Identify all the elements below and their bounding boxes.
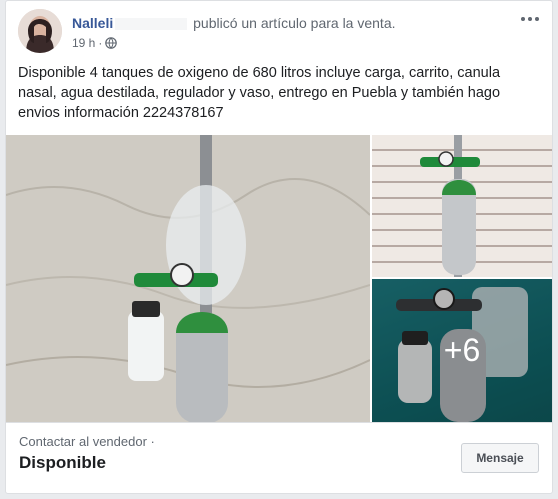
post-body-text: Disponible 4 tanques de oxigeno de 680 l… bbox=[18, 65, 501, 121]
post-meta: 19 h · bbox=[72, 36, 118, 50]
more-photos-overlay[interactable]: +6 bbox=[372, 279, 552, 422]
redacted-name-block bbox=[115, 18, 188, 31]
post-timestamp[interactable]: 19 h bbox=[72, 36, 95, 50]
post-action-text: publicó un artículo para la venta. bbox=[193, 15, 396, 31]
availability-status: Disponible bbox=[19, 453, 106, 472]
meta-separator: · bbox=[98, 36, 103, 50]
globe-icon bbox=[105, 37, 118, 49]
post-header: Nalleli publicó un artículo para la vent… bbox=[18, 9, 542, 55]
product-photo-3[interactable]: +6 bbox=[372, 279, 552, 422]
footer-divider bbox=[6, 422, 552, 423]
author-name[interactable]: Nalleli bbox=[72, 15, 113, 31]
photo-gallery: +6 bbox=[6, 135, 552, 422]
more-options-icon[interactable] bbox=[518, 11, 542, 27]
message-button[interactable]: Mensaje bbox=[461, 443, 539, 473]
author-line: Nalleli publicó un artículo para la vent… bbox=[72, 15, 396, 31]
avatar[interactable] bbox=[18, 9, 62, 53]
avatar-photo bbox=[18, 9, 62, 53]
contact-seller-label[interactable]: Contactar al vendedor · bbox=[19, 434, 155, 449]
main-product-photo[interactable] bbox=[6, 135, 370, 422]
product-photo-2[interactable] bbox=[372, 135, 552, 277]
marketplace-post-card: Nalleli publicó un artículo para la vent… bbox=[5, 0, 553, 494]
